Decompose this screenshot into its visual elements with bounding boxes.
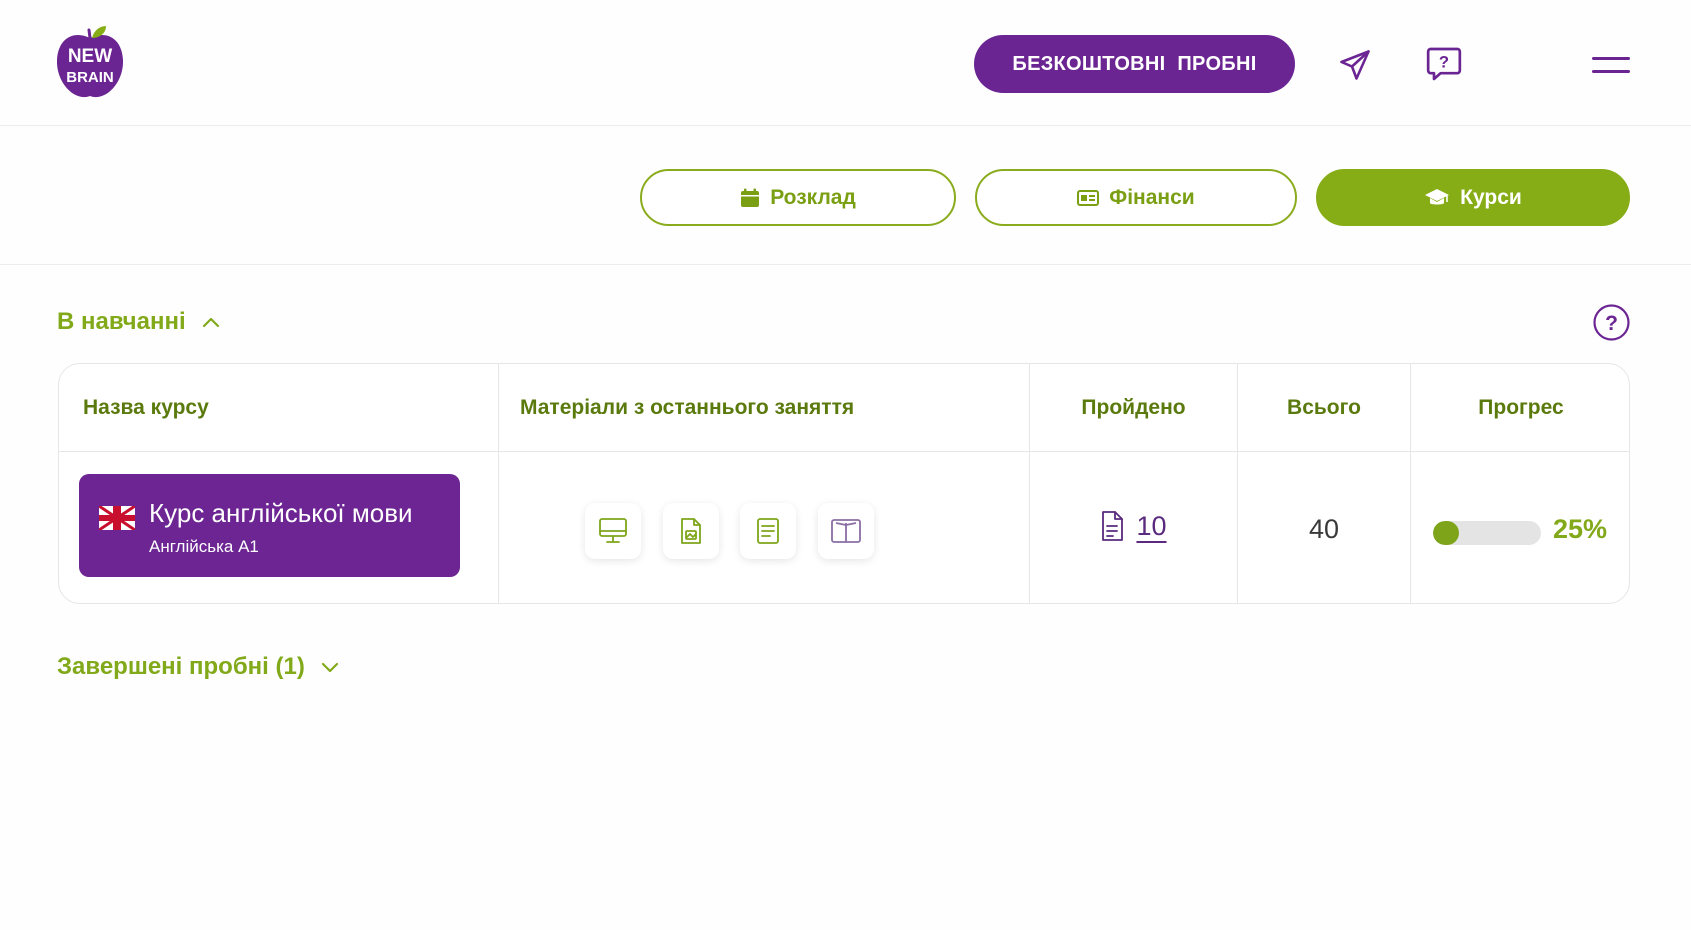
top-header: NEW BRAIN БЕЗКОШТОВНІ ПРОБНІ ? (0, 0, 1691, 126)
tab-schedule[interactable]: Розклад (640, 169, 956, 226)
courses-table: Назва курсу Курс англійської мови Англій… (58, 363, 1630, 604)
course-card[interactable]: Курс англійської мови Англійська А1 (79, 474, 460, 577)
passed-lessons-link[interactable]: 10 (1030, 510, 1237, 542)
chevron-up-icon (202, 317, 219, 328)
header-total: Всього (1287, 395, 1361, 419)
progress-percent: 25% (1553, 514, 1608, 544)
tab-schedule-label: Розклад (770, 185, 856, 209)
progress-bar-fill (1433, 521, 1459, 545)
tab-courses-label: Курси (1460, 185, 1522, 209)
studying-section-title: В навчанні (57, 308, 186, 335)
new-brain-logo[interactable]: NEW BRAIN (54, 24, 126, 102)
total-count: 40 (1308, 514, 1340, 544)
passed-count: 10 (1136, 510, 1167, 541)
column-progress: Прогрес 25% (1411, 364, 1629, 603)
header-passed: Пройдено (1081, 395, 1186, 419)
image-file-icon[interactable] (663, 503, 719, 559)
column-course-name: Назва курсу Курс англійської мови Англій… (59, 364, 499, 603)
header-progress: Прогрес (1478, 395, 1564, 419)
graduation-cap-icon (1425, 188, 1450, 204)
header-materials: Матеріали з останнього заняття (520, 395, 855, 419)
chevron-down-icon (321, 662, 338, 673)
tab-finance[interactable]: Фінанси (975, 169, 1297, 226)
tab-finance-label: Фінанси (1109, 185, 1195, 209)
calendar-icon (741, 188, 760, 207)
send-icon[interactable] (1334, 44, 1376, 86)
wallet-icon (1077, 189, 1100, 206)
svg-text:?: ? (1605, 312, 1618, 335)
free-trials-button[interactable]: БЕЗКОШТОВНІ ПРОБНІ (974, 35, 1295, 93)
course-name: Курс англійської мови (149, 498, 413, 528)
presentation-icon[interactable] (585, 503, 641, 559)
question-circle-icon[interactable]: ? (1593, 304, 1630, 341)
svg-text:?: ? (1439, 52, 1449, 71)
studying-section-toggle[interactable]: В навчанні (57, 308, 220, 336)
course-level: Англійська А1 (149, 537, 259, 556)
logo-word-bottom: BRAIN (66, 69, 114, 86)
header-course-name: Назва курсу (83, 395, 209, 419)
completed-trials-toggle[interactable]: Завершені пробні (1) (57, 653, 339, 681)
main-tabs: Розклад Фінанси Курси (0, 126, 1691, 265)
book-icon[interactable] (818, 503, 874, 559)
notes-icon[interactable] (740, 503, 796, 559)
column-passed: Пройдено 10 (1030, 364, 1238, 603)
hamburger-menu-icon[interactable] (1592, 52, 1630, 78)
tab-courses[interactable]: Курси (1316, 169, 1630, 226)
document-icon (1102, 511, 1124, 541)
column-total: Всього 40 (1238, 364, 1411, 603)
completed-trials-title: Завершені пробні (1) (57, 653, 305, 680)
uk-flag-icon (99, 506, 135, 530)
logo-word-top: NEW (68, 46, 112, 67)
progress-bar (1433, 521, 1541, 545)
chat-help-icon[interactable]: ? (1422, 42, 1466, 86)
column-materials: Матеріали з останнього заняття (499, 364, 1030, 603)
